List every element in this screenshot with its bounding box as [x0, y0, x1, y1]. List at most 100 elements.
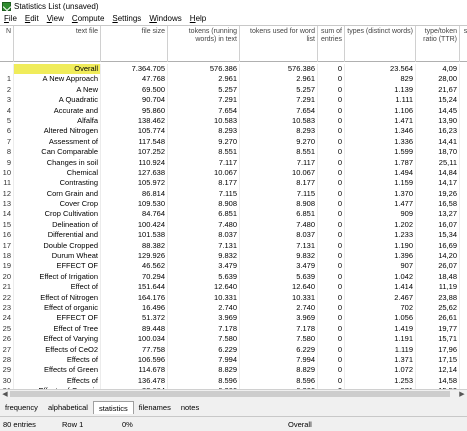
- table-row[interactable]: 30 Effects of 136.478 8.596 8.596 0 1.253 14,58: [0, 375, 467, 387]
- cell-col-types: 1.471: [345, 115, 416, 127]
- table-row[interactable]: 8 Can Comparable 107.252 8.551 8.551 0 1.599 18…: [0, 147, 467, 158]
- cell-col-file-size: 151.644: [101, 282, 168, 293]
- cell-col-n: 25: [0, 323, 14, 335]
- table-row[interactable]: 15 Delineation of 100.424 7.480 7.480 0 1.202 1…: [0, 219, 467, 231]
- cell-col-text-file: Effect of organic: [14, 302, 101, 314]
- cell-col-file-size: 138.462: [101, 115, 168, 127]
- table-row[interactable]: 7 Assessment of 117.548 9.270 9.270 0 1.336 14,…: [0, 136, 467, 148]
- table-row[interactable]: 29 Effects of Green 114.678 8.829 8.829 0 1.07…: [0, 365, 467, 376]
- menu-edit[interactable]: Edit: [21, 14, 43, 23]
- menu-view[interactable]: View: [43, 14, 68, 23]
- cell-col-tokens-used: 7.131: [240, 240, 318, 252]
- cell-col-file-size: 127.638: [101, 167, 168, 179]
- overall-row[interactable]: Overall 7.364.705 576.386 576.386 0 23.564 4,0…: [0, 64, 467, 75]
- cell-col-ttr: 18,48: [416, 271, 460, 283]
- cell-col-text-file: Effects of: [14, 354, 101, 366]
- table-row[interactable]: 23 Effect of organic 16.496 2.740 2.740 0 702 2…: [0, 302, 467, 314]
- title-bar: Statistics List (unsaved): [0, 0, 467, 12]
- tab-frequency[interactable]: frequency: [0, 401, 43, 414]
- cell-col-ttr: 11,19: [416, 282, 460, 293]
- table-row[interactable]: 17 Double Cropped 88.382 7.131 7.131 0 1.190 16…: [0, 240, 467, 252]
- cell-col-tokens-used: 7.994: [240, 354, 318, 366]
- table-row[interactable]: 16 Differential and 101.538 8.037 8.037 0 1.23…: [0, 230, 467, 241]
- cell-col-n: 1: [0, 74, 14, 85]
- table-row[interactable]: 28 Effects of 106.596 7.994 7.994 0 1.371 17,15: [0, 354, 467, 366]
- cell-col-stan: [460, 365, 467, 375]
- cell-col-tokens-used: 6.229: [240, 344, 318, 355]
- menu-help[interactable]: Help: [186, 14, 210, 23]
- table-row[interactable]: 4 Accurate and 95.860 7.654 7.654 0 1.106 14,45: [0, 105, 467, 116]
- cell-col-sum-entries: 0: [318, 219, 345, 231]
- cell-col-sum-entries: 0: [318, 95, 345, 106]
- table-row[interactable]: 26 Effect of Varying 100.034 7.580 7.580 0 1.1…: [0, 334, 467, 345]
- menu-compute[interactable]: Compute: [68, 14, 108, 23]
- table-row[interactable]: 1A New Approach 47.768 2.961 2.961 0 829 28,00: [0, 74, 467, 85]
- table-row[interactable]: 24 EFFECT OF 51.372 3.969 3.969 0 1.056 26,61: [0, 313, 467, 324]
- table-row[interactable]: 3A Quadratic 90.704 7.291 7.291 0 1.111 15,24: [0, 95, 467, 106]
- header-col-text-file[interactable]: text file: [14, 26, 101, 62]
- table-row[interactable]: 14 Crop Cultivation 84.764 6.851 6.851 0 909 13…: [0, 209, 467, 220]
- cell-col-ttr: 21,67: [416, 84, 460, 96]
- table-row[interactable]: 10 Chemical 127.638 10.067 10.067 0 1.494 14,84: [0, 167, 467, 179]
- header-col-n[interactable]: N: [0, 26, 14, 62]
- statistics-grid[interactable]: Ntext file file size tokens (running words…: [0, 25, 467, 389]
- cell-col-file-size: 117.548: [101, 136, 168, 148]
- cell-col-ttr: 15,34: [416, 230, 460, 241]
- table-row[interactable]: 6 Altered Nitrogen 105.774 8.293 8.293 0 1.346…: [0, 126, 467, 137]
- horizontal-scrollbar[interactable]: ◀ ▶: [0, 389, 467, 398]
- table-row[interactable]: 19 EFFECT OF 46.562 3.479 3.479 0 907 26,07: [0, 261, 467, 272]
- scroll-right-icon[interactable]: ▶: [458, 391, 466, 398]
- cell-col-types: 1.191: [345, 334, 416, 345]
- cell-col-stan: [460, 95, 467, 105]
- cell-col-sum-entries: 0: [318, 126, 345, 137]
- tab-alphabetical[interactable]: alphabetical: [43, 401, 93, 414]
- table-row[interactable]: 2A New 69.500 5.257 5.257 0 1.139 21,67: [0, 84, 467, 96]
- menu-windows[interactable]: Windows: [145, 14, 185, 23]
- cell-col-tokens-used: 10.331: [240, 292, 318, 303]
- cell-col-types: 1.477: [345, 199, 416, 210]
- cell-col-n: 24: [0, 313, 14, 324]
- cell-col-sum-entries: 0: [318, 271, 345, 283]
- cell-col-types: 1.370: [345, 188, 416, 200]
- header-col-tokens-used[interactable]: tokens used for word list: [240, 26, 318, 62]
- cell-col-ttr: 14,45: [416, 105, 460, 116]
- header-col-types[interactable]: types (distinct words): [345, 26, 416, 62]
- cell-col-n: 21: [0, 282, 14, 293]
- cell-col-sum-entries: 0: [318, 157, 345, 168]
- status-bar: 80 entries Row 1 0% Overall: [0, 416, 467, 431]
- table-row[interactable]: 21 Effect of 151.644 12.640 12.640 0 1.414 11,1…: [0, 282, 467, 293]
- cell-col-tokens-running: 7.117: [168, 157, 240, 168]
- cell-col-ttr: 26,07: [416, 261, 460, 272]
- table-row[interactable]: 11 Contrasting 105.972 8.177 8.177 0 1.159 14,1…: [0, 178, 467, 189]
- header-col-tokens-running[interactable]: tokens (running words) in text: [168, 26, 240, 62]
- scroll-left-icon[interactable]: ◀: [1, 391, 9, 398]
- header-col-file-size[interactable]: file size: [101, 26, 168, 62]
- cell-col-tokens-used: 9.832: [240, 251, 318, 262]
- cell-col-stan: [460, 376, 467, 386]
- cell-col-n: 30: [0, 375, 14, 387]
- table-row[interactable]: 5 Alfalfa 138.462 10.583 10.583 0 1.471 13,90: [0, 115, 467, 127]
- cell-col-ttr: 15,24: [416, 95, 460, 106]
- header-col-stan[interactable]: stan: [460, 26, 467, 62]
- table-row[interactable]: 18 Durum Wheat 129.926 9.832 9.832 0 1.396 14,2…: [0, 251, 467, 262]
- table-row[interactable]: 13 Cover Crop 109.530 8.908 8.908 0 1.477 16,58: [0, 199, 467, 210]
- menu-settings[interactable]: Settings: [108, 14, 145, 23]
- tab-notes[interactable]: notes: [176, 401, 204, 414]
- table-row[interactable]: 27 Effects of CeO2 77.758 6.229 6.229 0 1.119 1…: [0, 344, 467, 355]
- table-row[interactable]: 12 Corn Grain and 86.814 7.115 7.115 0 1.370 19…: [0, 188, 467, 200]
- cell-col-types: 829: [345, 74, 416, 85]
- menu-file[interactable]: File: [0, 14, 21, 23]
- table-row[interactable]: 20 Effect of Irrigation 70.294 5.639 5.639 0 1…: [0, 271, 467, 283]
- cell-col-ttr: 15,71: [416, 334, 460, 345]
- header-col-ttr[interactable]: type/token ratio (TTR): [416, 26, 460, 62]
- tab-statistics[interactable]: statistics: [92, 400, 134, 414]
- scrollbar-thumb[interactable]: [10, 391, 450, 397]
- header-col-sum-entries[interactable]: sum of entries: [318, 26, 345, 62]
- cell-col-tokens-running: 7.291: [168, 95, 240, 106]
- cell-col-types: 1.787: [345, 157, 416, 168]
- tab-filenames[interactable]: filenames: [134, 401, 176, 414]
- table-row[interactable]: 22 Effect of Nitrogen 164.176 10.331 10.331 0…: [0, 292, 467, 303]
- cell-col-stan: [460, 230, 467, 240]
- table-row[interactable]: 9 Changes in soil 110.924 7.117 7.117 0 1.787 2…: [0, 157, 467, 168]
- table-row[interactable]: 25 Effect of Tree 89.448 7.178 7.178 0 1.419 19…: [0, 323, 467, 335]
